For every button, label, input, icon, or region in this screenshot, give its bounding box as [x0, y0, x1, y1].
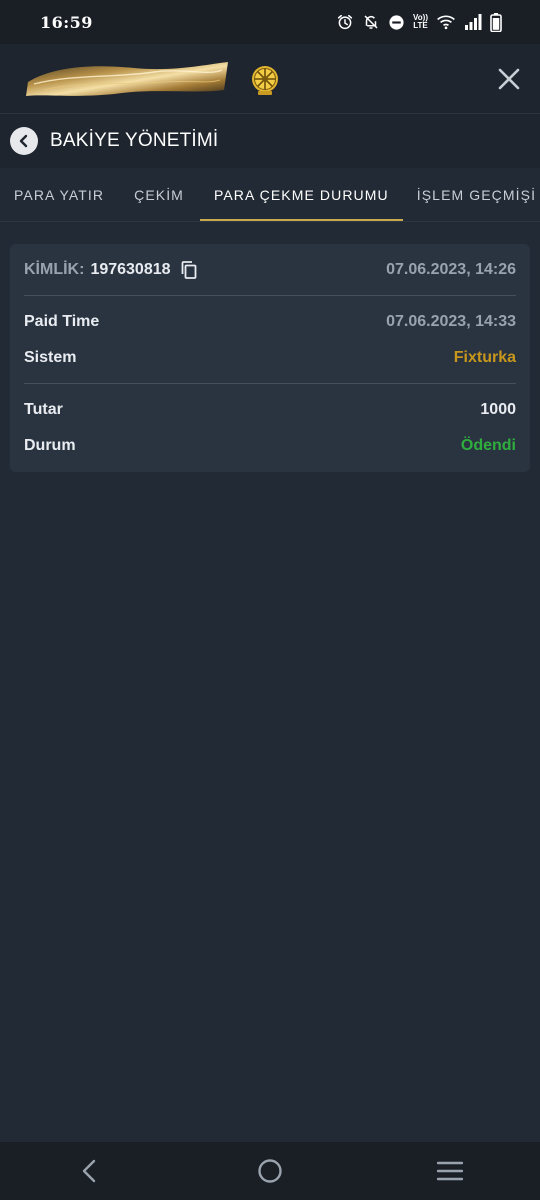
- created-date: 07.06.2023, 14:26: [386, 261, 516, 278]
- status-row: Durum Ödendi: [24, 434, 516, 458]
- app-header: [0, 44, 540, 114]
- system-label: Sistem: [24, 349, 77, 366]
- close-button[interactable]: [494, 64, 524, 94]
- volte-icon: Vo)) LTE: [413, 14, 428, 30]
- volte-bottom-text: LTE: [413, 21, 428, 30]
- tab-cekim[interactable]: ÇEKİM: [118, 168, 200, 221]
- alarm-icon: [336, 13, 354, 31]
- transaction-id: KİMLİK: 197630818: [24, 261, 197, 279]
- chevron-left-icon: [19, 134, 28, 148]
- tab-islem-gecmisi[interactable]: İŞLEM GEÇMİŞİ: [403, 168, 540, 221]
- back-icon: [82, 1159, 96, 1183]
- status-time: 16:59: [40, 12, 93, 32]
- card-header-row: KİMLİK: 197630818 07.06.2023, 14:26: [24, 258, 516, 282]
- paid-time-value: 07.06.2023, 14:33: [386, 313, 516, 330]
- notifications-off-icon: [362, 13, 380, 31]
- wheel-logo-icon: [252, 66, 278, 95]
- status-bar: 16:59 Vo)) LTE: [0, 0, 540, 44]
- signal-icon: [464, 14, 482, 30]
- copy-button[interactable]: [181, 261, 197, 279]
- id-value: 197630818: [90, 261, 171, 278]
- status-value: Ödendi: [460, 437, 516, 454]
- close-icon: [498, 68, 520, 90]
- amount-label: Tutar: [24, 401, 63, 418]
- system-row: Sistem Fixturka: [24, 346, 516, 370]
- paid-time-row: Paid Time 07.06.2023, 14:33: [24, 310, 516, 334]
- home-icon: [258, 1159, 282, 1183]
- nav-home-button[interactable]: [250, 1151, 290, 1191]
- system-value: Fixturka: [453, 349, 516, 366]
- withdrawal-card: KİMLİK: 197630818 07.06.2023, 14:26 Paid…: [10, 244, 530, 472]
- tab-para-yatir[interactable]: PARA YATIR: [0, 168, 118, 221]
- nav-recents-button[interactable]: [430, 1151, 470, 1191]
- title-bar: BAKİYE YÖNETİMİ: [0, 114, 540, 168]
- id-label: KİMLİK:: [24, 261, 85, 278]
- divider: [24, 383, 516, 384]
- paid-time-label: Paid Time: [24, 313, 100, 330]
- back-button[interactable]: [10, 127, 38, 155]
- brand-logo: [26, 62, 228, 96]
- system-nav-bar: [0, 1142, 540, 1200]
- page-title: BAKİYE YÖNETİMİ: [50, 130, 219, 151]
- status-label: Durum: [24, 437, 76, 454]
- battery-icon: [490, 12, 502, 32]
- amount-row: Tutar 1000: [24, 398, 516, 422]
- do-not-disturb-icon: [388, 14, 405, 31]
- amount-value: 1000: [480, 401, 516, 418]
- recents-icon: [437, 1161, 463, 1181]
- copy-icon: [181, 261, 196, 279]
- tab-bar: PARA YATIR ÇEKİM PARA ÇEKME DURUMU İŞLEM…: [0, 168, 540, 222]
- nav-back-button[interactable]: [70, 1151, 110, 1191]
- tab-para-cekme-durumu[interactable]: PARA ÇEKME DURUMU: [199, 168, 403, 221]
- wifi-icon: [436, 13, 456, 31]
- divider: [24, 295, 516, 296]
- status-icons: Vo)) LTE: [336, 12, 502, 32]
